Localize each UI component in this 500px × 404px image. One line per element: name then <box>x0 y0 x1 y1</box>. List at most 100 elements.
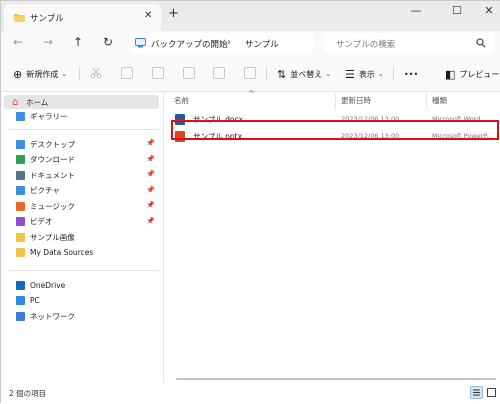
sidebar-item-label: ギャラリー <box>30 111 68 121</box>
sidebar-item-label: ドキュメント <box>30 170 75 180</box>
share-icon[interactable] <box>213 67 225 79</box>
folder-icon <box>16 248 25 257</box>
sort-button[interactable]: ⇅ 並べ替え ⌄ <box>277 66 331 82</box>
sidebar-item[interactable]: PC <box>4 294 159 308</box>
view-icon: ☰ <box>345 67 355 81</box>
breadcrumb-sample[interactable]: サンプル <box>245 38 279 50</box>
sidebar-item[interactable]: ネットワーク <box>4 309 159 323</box>
maximize-button[interactable]: ☐ <box>447 4 467 17</box>
pin-icon[interactable]: 📌 <box>146 155 155 163</box>
column-separator[interactable] <box>426 93 427 109</box>
details-lines-icon <box>473 389 480 396</box>
folder-icon <box>14 14 25 22</box>
chevron-down-icon: ⌄ <box>61 70 68 78</box>
search-icon <box>476 38 486 48</box>
sidebar-item[interactable]: ビデオ 📌 <box>4 215 159 229</box>
sidebar-item-gallery[interactable]: ギャラリー <box>4 109 159 123</box>
tab-title: サンプル <box>30 14 64 24</box>
forward-button[interactable]: → <box>41 35 55 49</box>
minimize-button[interactable]: — <box>406 4 426 17</box>
paste-icon[interactable] <box>152 67 164 79</box>
desktop-icon <box>16 139 25 149</box>
column-header-type[interactable]: 種類 <box>432 95 447 106</box>
pin-icon[interactable]: 📌 <box>146 186 155 194</box>
address-bar[interactable]: バックアップの開始 › サンプル <box>129 33 314 53</box>
sidebar-item-label: OneDrive <box>30 280 66 290</box>
view-label: 表示 <box>358 69 375 79</box>
rename-icon[interactable] <box>183 67 195 79</box>
sidebar-item-label: ピクチャ <box>30 186 60 195</box>
pc-icon <box>16 296 25 305</box>
status-bar: 2 個の項目 <box>1 382 500 404</box>
pictures-icon <box>16 186 25 195</box>
close-window-button[interactable]: ✕ <box>479 4 499 17</box>
preview-button[interactable]: ◧ プレビュー <box>445 66 499 82</box>
column-header-modified[interactable]: 更新日時 <box>341 95 371 106</box>
column-header-name[interactable]: 名前 <box>174 95 189 106</box>
search-placeholder: サンプルの検索 <box>336 40 396 50</box>
tiles-icon <box>487 388 496 397</box>
tab-sample[interactable]: サンプル ✕ <box>4 4 161 31</box>
sidebar-item[interactable]: サンプル画像 <box>4 230 159 244</box>
command-bar: ⊕ 新規作成 ⌄ ⇅ 並べ替え ⌄ ☰ 表示 ⌄ ••• ◧ プレビュー <box>1 55 500 92</box>
highlight-box <box>171 120 499 140</box>
network-icon <box>16 311 25 321</box>
videos-icon <box>16 217 25 226</box>
up-button[interactable]: ↑ <box>71 35 85 49</box>
sidebar-item[interactable]: ダウンロード 📌 <box>4 153 159 167</box>
cut-icon[interactable] <box>90 67 102 79</box>
sort-icon: ⇅ <box>277 67 287 81</box>
refresh-button[interactable]: ↻ <box>101 35 115 49</box>
sidebar-item-label: デスクトップ <box>30 139 75 149</box>
sidebar-item[interactable]: ドキュメント 📌 <box>4 168 159 182</box>
sidebar-item-label: My Data Sources <box>30 248 94 257</box>
large-icons-view-icon[interactable] <box>485 386 498 399</box>
preview-pane-icon: ◧ <box>445 67 456 81</box>
sidebar-item-label: ホーム <box>26 97 49 107</box>
column-separator[interactable] <box>335 93 336 109</box>
explorer-window: サンプル ✕ + — ☐ ✕ ← → ↑ ↻ バックアップの開始 › サンプル … <box>0 0 500 404</box>
new-tab-button[interactable]: + <box>168 6 179 21</box>
sidebar-item-label: ダウンロード <box>30 155 75 164</box>
breadcrumb-separator-icon[interactable]: › <box>227 37 231 48</box>
more-button[interactable]: ••• <box>404 66 418 82</box>
search-box[interactable]: サンプルの検索 <box>324 33 494 53</box>
pin-icon[interactable]: 📌 <box>146 201 155 209</box>
home-icon: ⌂ <box>12 96 19 108</box>
music-icon <box>16 201 25 211</box>
documents-icon <box>16 170 25 180</box>
horizontal-scrollbar[interactable] <box>176 378 496 380</box>
sidebar-item-label: PC <box>30 296 40 305</box>
copy-icon[interactable] <box>121 67 133 79</box>
sidebar-item[interactable]: ミュージック 📌 <box>4 199 159 213</box>
back-button[interactable]: ← <box>11 35 25 49</box>
pin-icon[interactable]: 📌 <box>146 170 155 178</box>
sidebar-item[interactable]: ピクチャ 📌 <box>4 184 159 198</box>
sort-ascending-icon: ^ <box>248 89 255 98</box>
sidebar-item-home[interactable]: ⌂ ホーム <box>4 95 159 109</box>
sidebar-item[interactable]: OneDrive <box>4 278 159 292</box>
sort-label: 並べ替え <box>290 69 323 79</box>
delete-icon[interactable] <box>244 67 256 79</box>
breadcrumb-backup[interactable]: バックアップの開始 <box>151 38 228 50</box>
toolbar-divider <box>266 67 267 81</box>
view-button[interactable]: ☰ 表示 ⌄ <box>345 66 384 82</box>
tab-close-icon[interactable]: ✕ <box>144 10 152 21</box>
download-icon <box>16 155 25 164</box>
pin-icon[interactable]: 📌 <box>146 217 155 225</box>
pin-icon[interactable]: 📌 <box>146 139 155 147</box>
details-view-icon[interactable] <box>470 386 483 399</box>
sidebar-item[interactable]: My Data Sources <box>4 246 159 260</box>
folder-icon <box>16 232 25 242</box>
navigation-pane: ⌂ ホーム ギャラリー デスクトップ 📌 ダウンロード 📌 ドキュメント 📌 ピクチャ 📌 ミュ… <box>1 92 162 382</box>
toolbar-divider <box>393 67 394 81</box>
sidebar-item-label: ビデオ <box>30 217 53 226</box>
gallery-icon <box>16 111 25 121</box>
more-icon: ••• <box>404 69 419 79</box>
new-label: 新規作成 <box>26 69 59 79</box>
toolbar-divider <box>79 67 80 81</box>
sidebar-item[interactable]: デスクトップ 📌 <box>4 137 159 151</box>
navigation-bar: ← → ↑ ↻ バックアップの開始 › サンプル サンプルの検索 <box>1 31 500 55</box>
new-button[interactable]: ⊕ 新規作成 ⌄ <box>13 66 67 82</box>
sidebar-item-label: ネットワーク <box>30 311 75 321</box>
